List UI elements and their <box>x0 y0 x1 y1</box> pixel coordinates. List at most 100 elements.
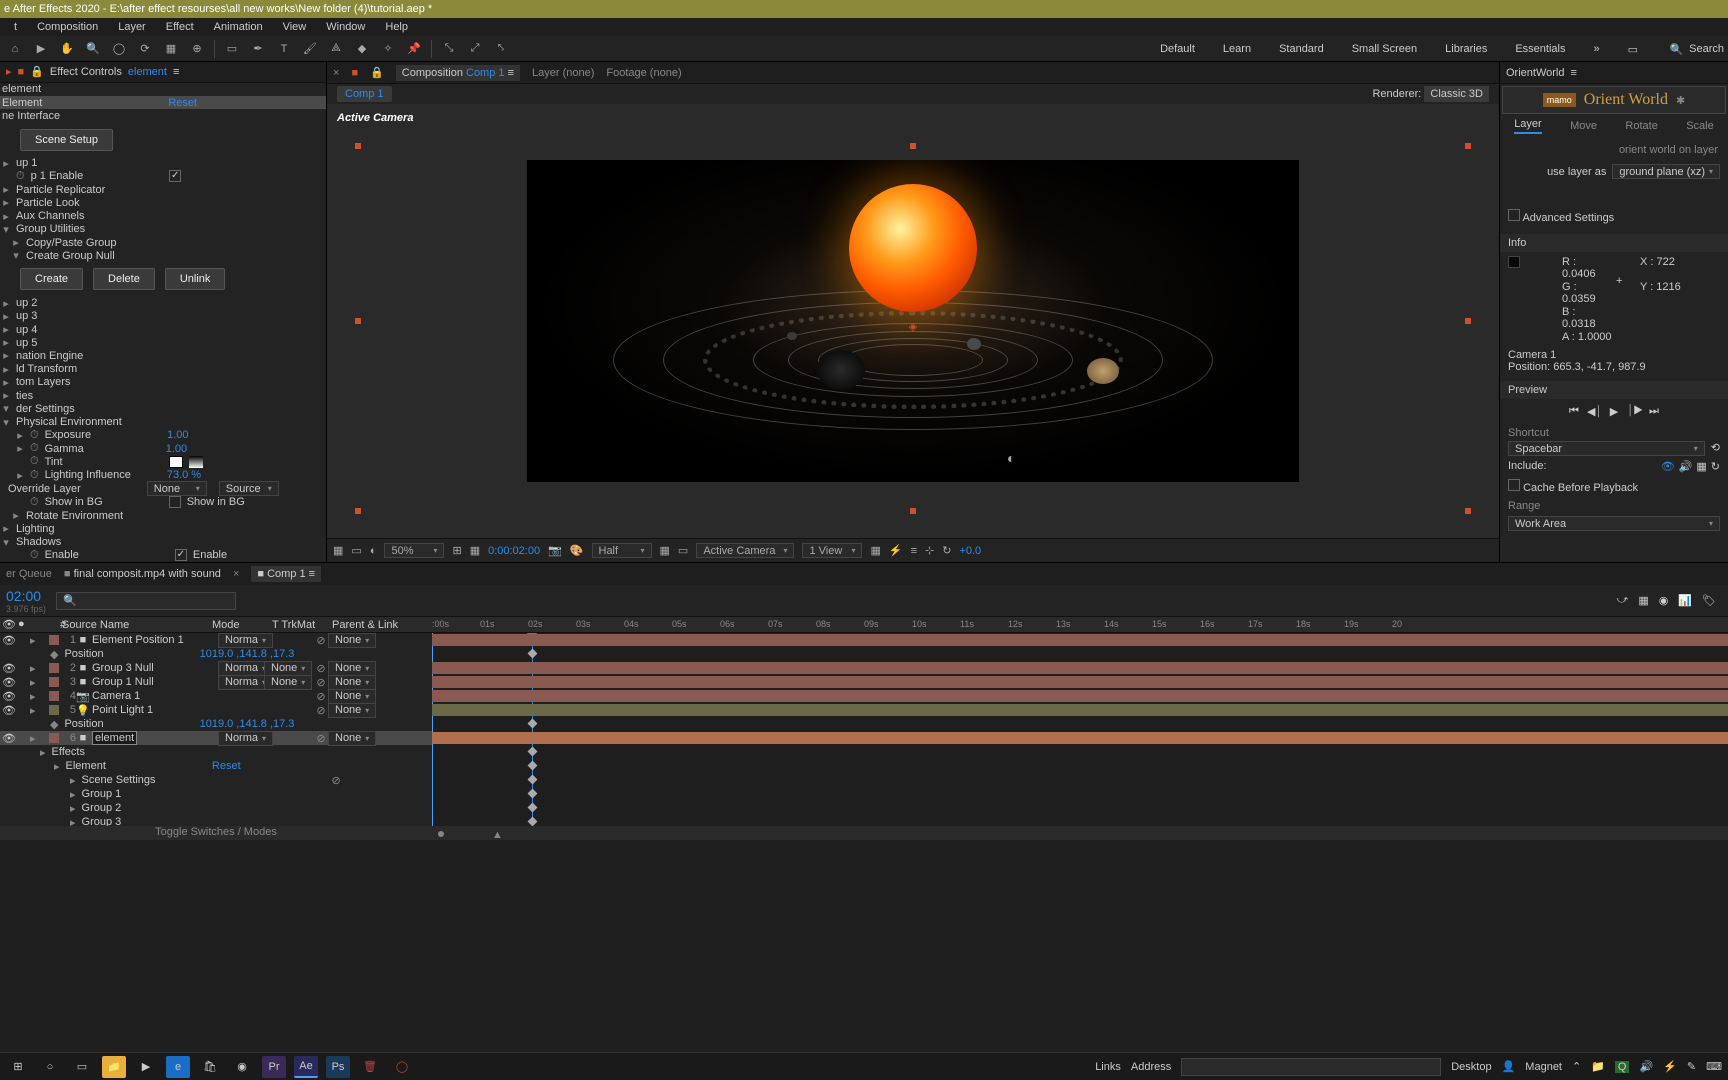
pen-tool-icon[interactable]: ✒ <box>249 40 267 58</box>
start-icon[interactable]: ⊞ <box>6 1056 30 1078</box>
parent-dropdown[interactable]: None <box>328 731 376 746</box>
menu-help[interactable]: Help <box>375 18 418 36</box>
ws-overflow-icon[interactable]: » <box>1593 43 1599 55</box>
shadows-row[interactable]: ▾Shadows <box>0 535 326 548</box>
tint-picker-icon[interactable] <box>189 456 203 468</box>
address-input[interactable] <box>1181 1058 1441 1076</box>
preview-header[interactable]: Preview <box>1500 381 1728 399</box>
layer-row[interactable]: 👁▸5💡Point Light 1⊘None <box>0 703 432 717</box>
include-audio-icon[interactable]: 🔊 <box>1679 460 1693 473</box>
reset-link[interactable]: Reset <box>168 97 197 109</box>
effect-sub-row[interactable]: ▸ElementReset <box>0 759 432 773</box>
col-parent[interactable]: Parent & Link <box>332 619 414 631</box>
frame-blend-icon[interactable]: ▦ <box>1638 594 1648 607</box>
layer-search-input[interactable] <box>56 592 236 610</box>
tab-comp1[interactable]: ■ Comp 1 ≡ <box>251 566 321 582</box>
brush-tool-icon[interactable]: 🖌 <box>301 40 319 58</box>
orbit-tool-icon[interactable]: ◯ <box>110 40 128 58</box>
col-source[interactable]: Source Name <box>62 619 212 631</box>
region-icon[interactable]: ▭ <box>678 544 688 557</box>
enable-checkbox[interactable] <box>169 170 181 182</box>
reset-exp-icon[interactable]: ↻ <box>942 544 951 557</box>
color-swatch[interactable] <box>49 635 59 645</box>
loop-icon[interactable]: ↻ <box>1711 460 1720 473</box>
rotate-tool-icon[interactable]: ⟳ <box>136 40 154 58</box>
fast-preview-icon[interactable]: ⚡ <box>889 544 903 557</box>
parent-dropdown[interactable]: None <box>328 675 376 690</box>
tab-composition[interactable]: Composition Comp 1 ≡ <box>396 65 520 81</box>
roto-tool-icon[interactable]: ✧ <box>379 40 397 58</box>
ec-effect-row[interactable]: Element Reset <box>0 96 326 109</box>
ground-plane-dropdown[interactable]: ground plane (xz) <box>1612 164 1720 179</box>
camera-view-dropdown[interactable]: Active Camera <box>696 543 794 558</box>
lighting-influence[interactable]: ▸⏱Lighting Influence73.0 % <box>0 468 326 481</box>
mask-icon[interactable]: ◐ <box>370 545 377 557</box>
tray-folder-icon[interactable]: 📁 <box>1591 1060 1605 1073</box>
pickwhip-icon[interactable]: ⊘ <box>314 634 328 647</box>
ws-libraries[interactable]: Libraries <box>1445 43 1487 55</box>
tab-render-queue[interactable]: er Queue <box>6 568 52 580</box>
user-icon[interactable]: 👤 <box>1502 1060 1516 1073</box>
gear-icon[interactable]: ✱ <box>1676 94 1685 107</box>
layer-row[interactable]: 👁▸3■Group 1 NullNormaNone⊘None <box>0 675 432 689</box>
ws-default[interactable]: Default <box>1160 43 1195 55</box>
ow-tab-rotate[interactable]: Rotate <box>1625 120 1657 132</box>
tag-icon[interactable]: 🏷 <box>1702 594 1716 607</box>
color-swatch[interactable] <box>49 677 59 687</box>
scene-interface[interactable]: ne Interface <box>0 109 326 122</box>
unlink-button[interactable]: Unlink <box>165 268 226 290</box>
layer-row[interactable]: 👁▸2■Group 3 NullNormaNone⊘None <box>0 661 432 675</box>
group3[interactable]: ▸up 3 <box>0 310 326 323</box>
menu-file[interactable]: t <box>4 18 27 36</box>
ws-essentials[interactable]: Essentials <box>1515 43 1565 55</box>
eye-icon[interactable]: 👁 <box>2 732 16 745</box>
effect-sub-row[interactable]: ▸Effects <box>0 745 432 759</box>
pickwhip-icon[interactable]: ⊘ <box>314 732 328 745</box>
after-effects-icon[interactable]: Ae <box>294 1056 318 1078</box>
timeline-icon[interactable]: ≡ <box>911 545 917 557</box>
menu-animation[interactable]: Animation <box>204 18 273 36</box>
first-frame-icon[interactable]: ⏮ <box>1567 405 1581 419</box>
eraser-tool-icon[interactable]: ◆ <box>353 40 371 58</box>
guides-icon[interactable]: ▦ <box>470 544 480 557</box>
channel-icon[interactable]: ▭ <box>351 544 361 557</box>
resolution-dropdown[interactable]: Half <box>592 543 652 558</box>
photoshop-icon[interactable]: Ps <box>326 1056 350 1078</box>
zoom-dropdown[interactable]: 50% <box>384 543 444 558</box>
grid-icon[interactable]: ⊞ <box>452 544 461 557</box>
include-video-icon[interactable]: 👁 <box>1661 460 1675 473</box>
cortana-icon[interactable]: ○ <box>38 1056 62 1078</box>
text-tool-icon[interactable]: T <box>275 40 293 58</box>
particle-look[interactable]: ▸Particle Look <box>0 196 326 209</box>
tray-sound-icon[interactable]: 🔊 <box>1639 1060 1653 1073</box>
search-box[interactable]: 🔍 Search <box>1669 36 1724 62</box>
tint-swatch[interactable] <box>169 456 183 468</box>
parent-dropdown[interactable]: None <box>328 661 376 676</box>
tray-up-icon[interactable]: ⌃ <box>1572 1060 1581 1073</box>
group1-enable[interactable]: ⏱p 1 Enable <box>0 170 326 183</box>
lighting-row[interactable]: ▸Lighting <box>0 522 326 535</box>
shortcut-dropdown[interactable]: Spacebar <box>1508 441 1705 456</box>
particle-replicator[interactable]: ▸Particle Replicator <box>0 183 326 196</box>
menu-view[interactable]: View <box>273 18 317 36</box>
pickwhip-icon[interactable]: ⊘ <box>314 676 328 689</box>
keyframe-nav-icon[interactable]: ◆ <box>50 648 58 661</box>
ow-tab-move[interactable]: Move <box>1570 120 1597 132</box>
renderer-value[interactable]: Classic 3D <box>1424 86 1489 102</box>
show-bg-checkbox[interactable] <box>169 496 181 508</box>
selection-handle[interactable] <box>910 508 916 514</box>
exposure-row[interactable]: ▸⏱Exposure1.00 <box>0 429 326 442</box>
layer-bar[interactable] <box>432 676 1728 688</box>
layer-name-input[interactable]: element <box>92 731 137 745</box>
rotate-env[interactable]: ▸Rotate Environment <box>0 509 326 522</box>
pickwhip-icon[interactable]: ⊘ <box>314 704 328 717</box>
override-dropdown[interactable]: None <box>147 481 207 496</box>
mode-dropdown[interactable]: Norma <box>218 731 273 746</box>
arrow-icon[interactable]: ▸ <box>6 65 12 78</box>
prop-value[interactable]: 1019.0 ,141.8 ,17.3 <box>200 718 295 730</box>
links-label[interactable]: Links <box>1095 1061 1121 1073</box>
pickwhip-icon[interactable]: ⊘ <box>314 690 328 703</box>
aux-channels[interactable]: ▸Aux Channels <box>0 210 326 223</box>
selection-handle[interactable] <box>355 143 361 149</box>
edge-icon[interactable]: e <box>166 1056 190 1078</box>
